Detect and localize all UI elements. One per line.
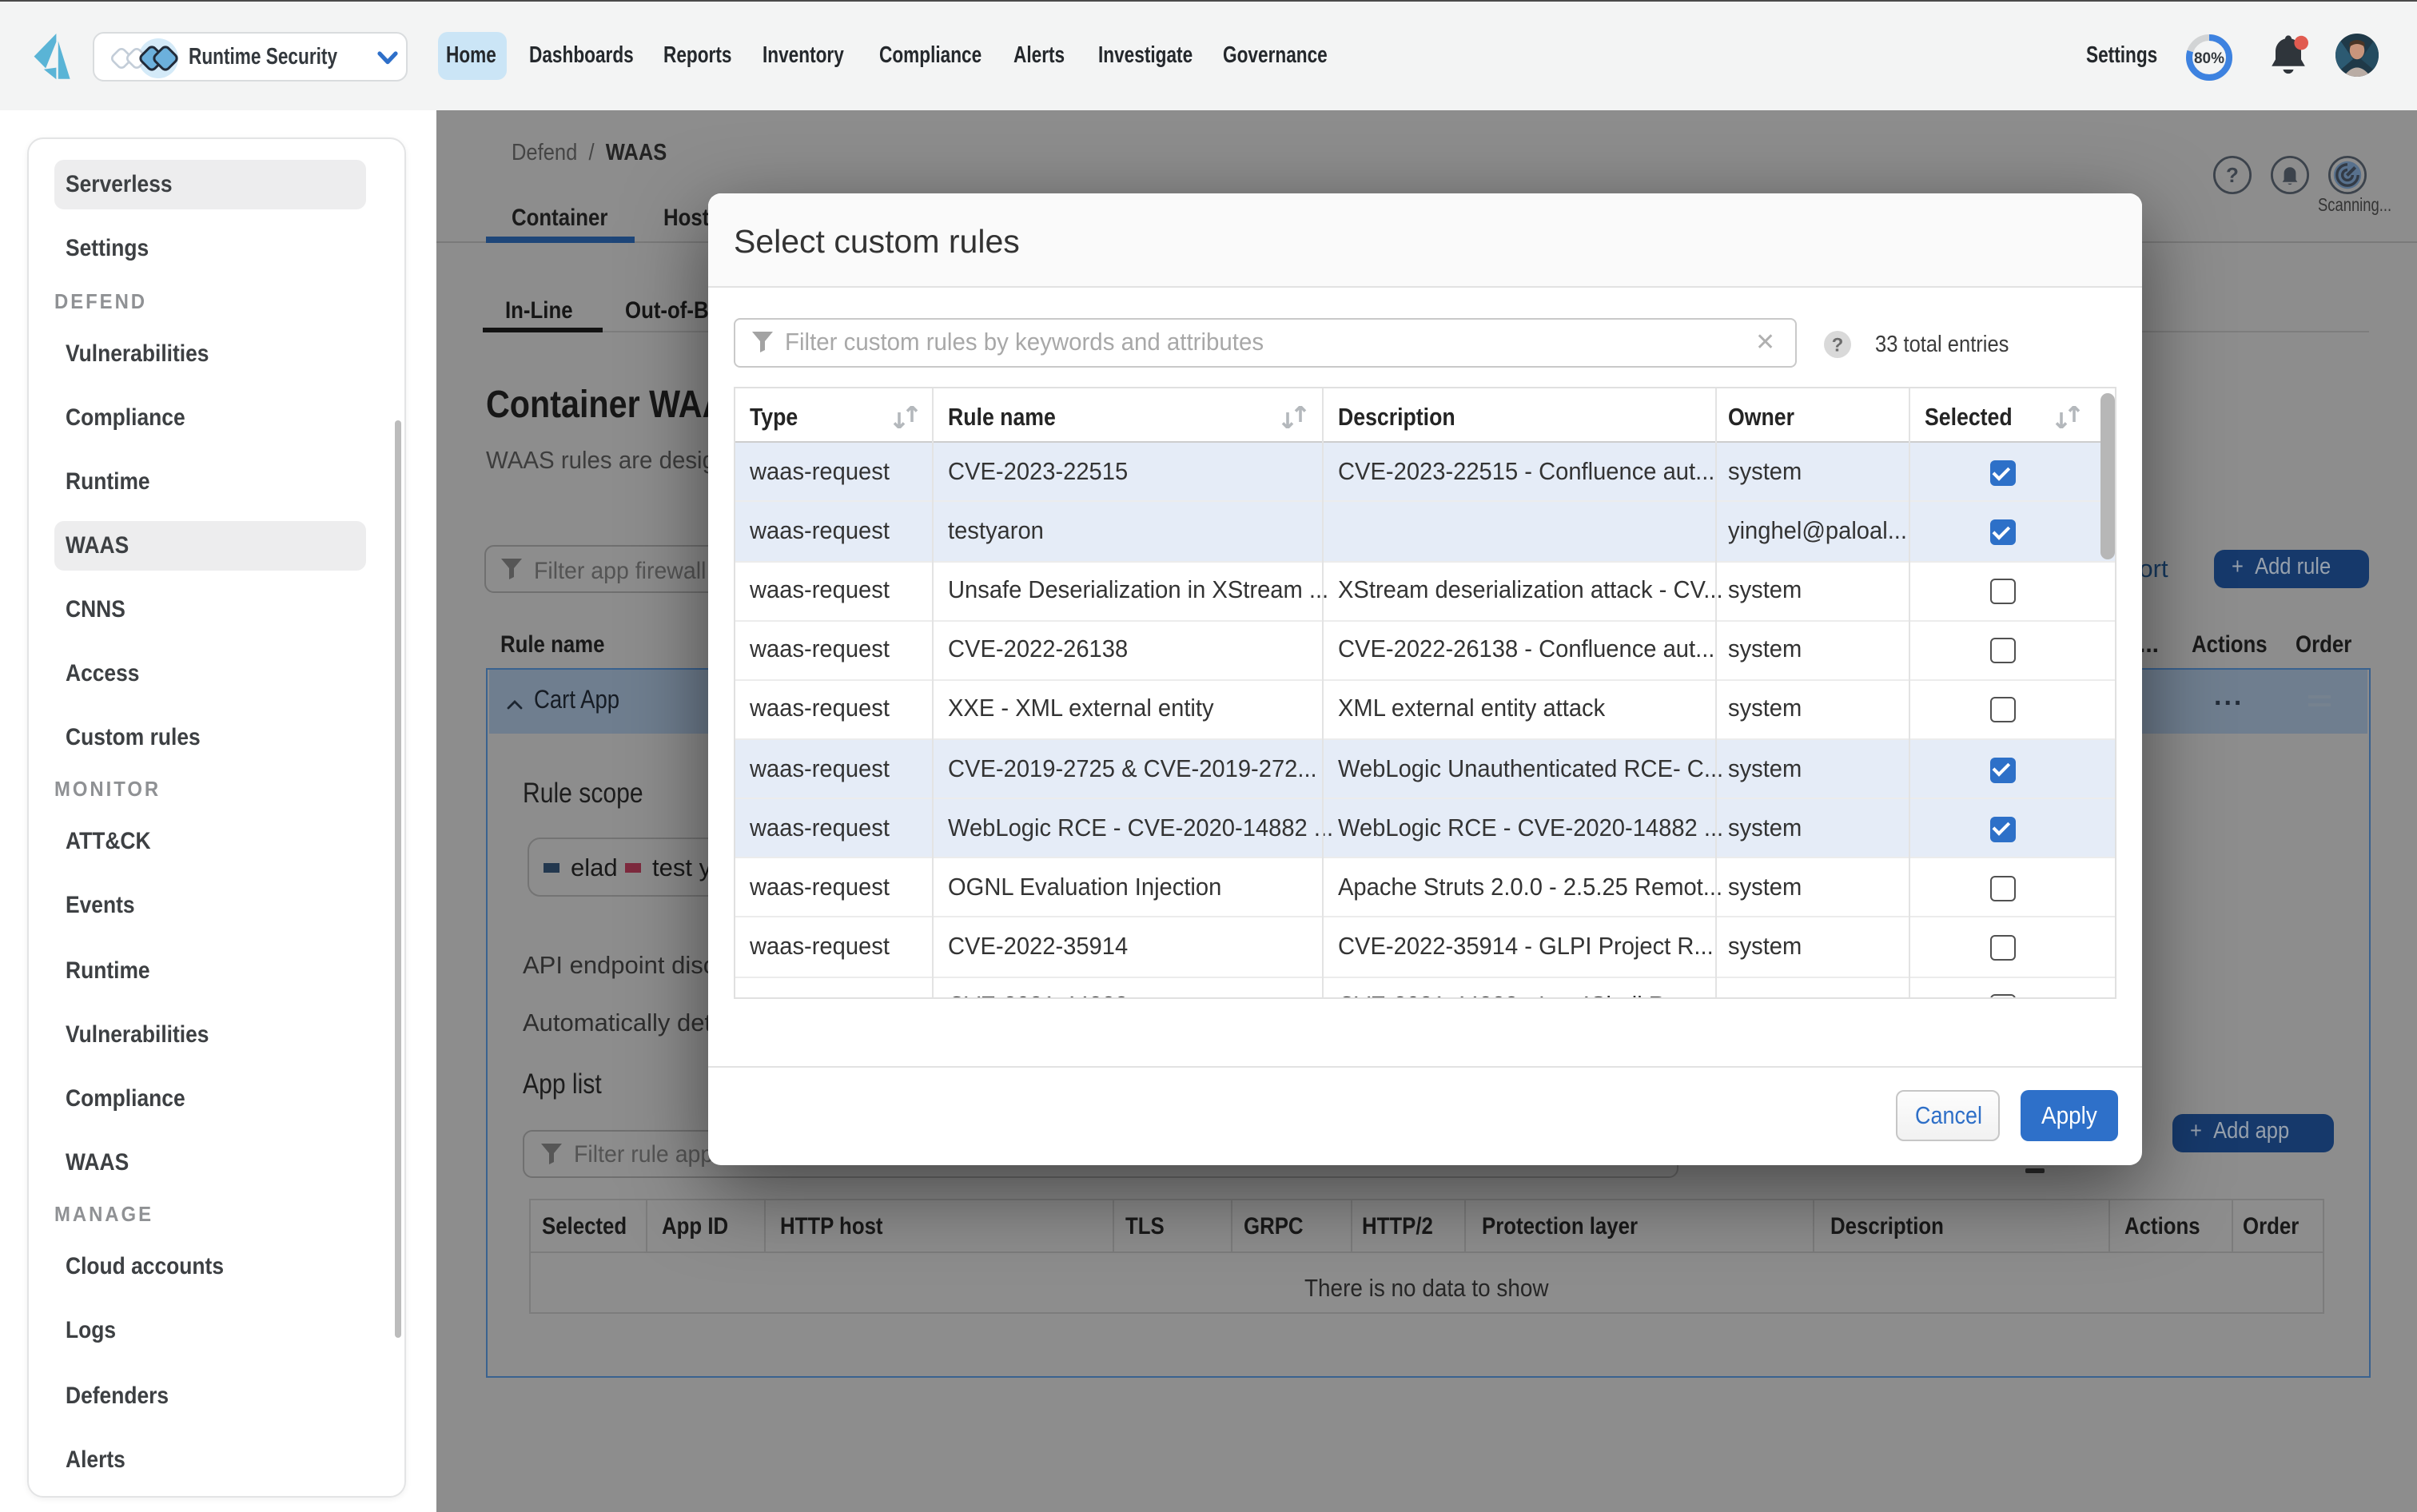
svg-text:80%: 80% [2194, 50, 2224, 66]
svg-text:?: ? [2226, 163, 2239, 187]
svg-text:?: ? [1832, 335, 1844, 356]
